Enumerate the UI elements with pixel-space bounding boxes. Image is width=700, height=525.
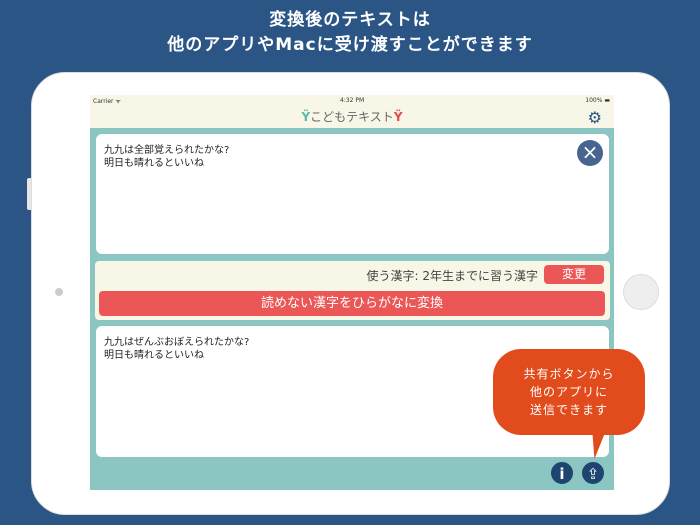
- share-icon: ⇪: [586, 465, 600, 483]
- tablet-camera: [55, 288, 63, 296]
- headline-line2: 他のアプリやMacに受け渡すことができます: [167, 35, 533, 55]
- input-textarea[interactable]: 九九は全部覚えられたかな? 明日も晴れるといいね ×: [96, 134, 609, 254]
- kanji-setting-label: 使う漢字: 2年生までに習う漢字: [366, 269, 539, 283]
- input-text-line: 明日も晴れるといいね: [104, 158, 204, 169]
- app-title: ΫこどもテキストΫ: [301, 110, 403, 124]
- headline: 変換後のテキストは 他のアプリやMacに受け渡すことができます: [0, 8, 700, 58]
- clock: 4:32 PM: [340, 97, 365, 104]
- status-bar: Carrier ᯤ 4:32 PM 100% ▬: [90, 95, 614, 106]
- close-icon: ×: [581, 140, 599, 164]
- change-button[interactable]: 変更: [544, 265, 604, 284]
- child-figure-icon: Ϋ: [301, 110, 311, 124]
- info-button[interactable]: i: [550, 461, 574, 485]
- share-callout: 共有ボタンから 他のアプリに 送信できます: [493, 349, 645, 435]
- convert-button[interactable]: 読めない漢字をひらがなに変換: [99, 291, 605, 316]
- callout-line: 送信できます: [529, 403, 608, 417]
- nav-bar: ΫこどもテキストΫ ⚙: [90, 106, 614, 128]
- share-button[interactable]: ⇪: [581, 461, 605, 485]
- control-panel: 使う漢字: 2年生までに習う漢字 変更 読めない漢字をひらがなに変換: [95, 261, 610, 320]
- carrier: Carrier ᯤ: [93, 98, 121, 105]
- battery: 100% ▬: [585, 97, 610, 104]
- headline-line1: 変換後のテキストは: [269, 10, 431, 30]
- output-text-line: 九九はぜんぶおぼえられたかな?: [104, 337, 250, 348]
- clear-button[interactable]: ×: [577, 140, 603, 166]
- info-icon: i: [559, 465, 565, 483]
- input-text-line: 九九は全部覚えられたかな?: [104, 145, 230, 156]
- callout-line: 共有ボタンから: [523, 367, 615, 381]
- child-figure-icon: Ϋ: [393, 110, 403, 124]
- settings-gear-icon[interactable]: ⚙: [588, 108, 602, 127]
- callout-line: 他のアプリに: [529, 385, 608, 399]
- home-button: [623, 274, 659, 310]
